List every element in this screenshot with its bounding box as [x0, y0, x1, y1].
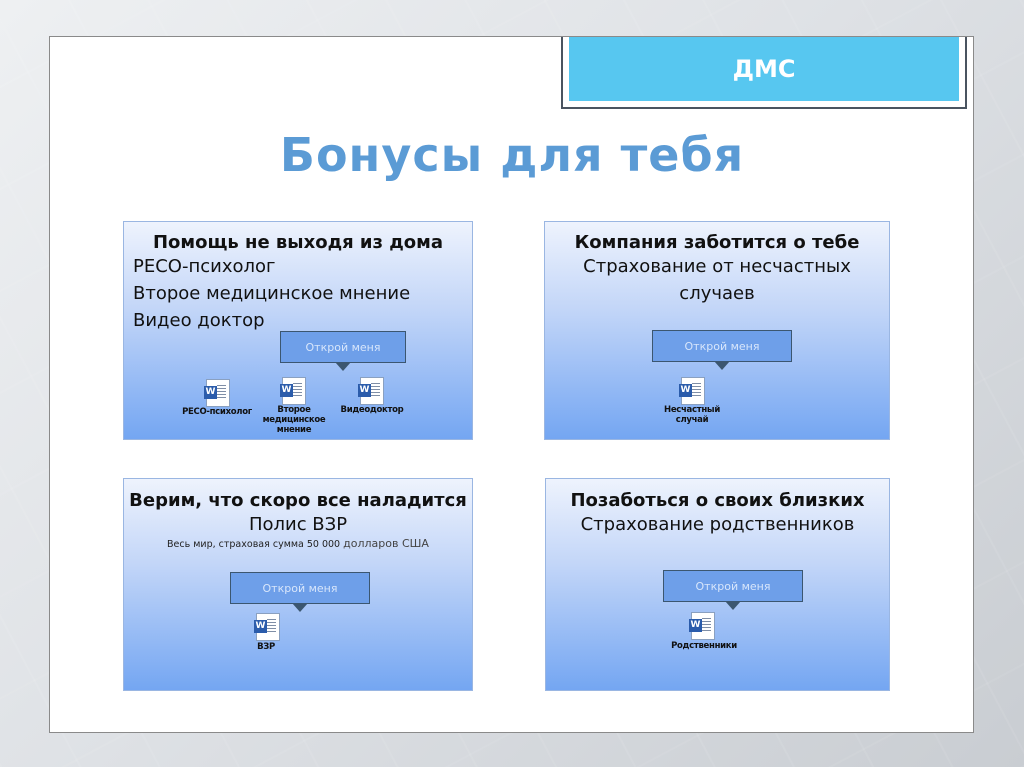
open-me-callout[interactable]: Открой меня	[663, 570, 803, 610]
card-heading: Компания заботится о тебе	[574, 232, 860, 253]
note-text-currency: долларов США	[343, 537, 429, 550]
card-relatives: Позаботься о своих близких Страхование р…	[545, 478, 890, 691]
note-text: Весь мир, страховая сумма 50 000	[167, 539, 341, 550]
word-document-icon[interactable]	[679, 377, 705, 405]
file-label[interactable]: Несчастный случай	[655, 405, 729, 426]
card-line: Полис ВЗР	[248, 514, 348, 535]
card-heading: Позаботься о своих близких	[570, 490, 865, 511]
slide-title: Бонусы для тебя	[279, 128, 745, 182]
file-label[interactable]: Родственники	[658, 641, 750, 652]
card-home-help: Помощь не выходя из дома РЕСО-психолог В…	[123, 221, 473, 440]
card-heading: Верим, что скоро все наладится	[129, 490, 467, 511]
word-document-icon[interactable]	[280, 377, 306, 405]
open-me-callout[interactable]: Открой меня	[652, 330, 792, 370]
section-tag: ДМС	[561, 37, 967, 109]
word-document-icon[interactable]	[254, 613, 280, 641]
file-label[interactable]: Видеодоктор	[332, 405, 412, 416]
file-label[interactable]: Второе медицинское мнение	[252, 405, 336, 435]
card-travel: Верим, что скоро все наладится Полис ВЗР…	[123, 478, 473, 691]
word-document-icon[interactable]	[689, 612, 715, 640]
file-label[interactable]: РЕСО-психолог	[172, 407, 262, 418]
word-document-icon[interactable]	[358, 377, 384, 405]
card-line: Страхование от несчастных	[583, 256, 851, 277]
card-note: Весь мир, страховая сумма 50 000 долларо…	[124, 537, 472, 550]
word-document-icon[interactable]	[204, 379, 230, 407]
card-line: Страхование родственников	[580, 514, 855, 535]
card-accident: Компания заботится о тебе Страхование от…	[544, 221, 890, 440]
section-tag-label: ДМС	[569, 37, 959, 101]
open-me-callout[interactable]: Открой меня	[280, 331, 406, 371]
card-heading: Помощь не выходя из дома	[152, 232, 444, 253]
card-line: РЕСО-психолог	[133, 256, 276, 277]
card-line: Второе медицинское мнение	[133, 283, 411, 304]
file-label[interactable]: ВЗР	[240, 642, 292, 653]
card-line: Видео доктор	[133, 310, 265, 331]
card-line: случаев	[679, 283, 755, 304]
open-me-callout[interactable]: Открой меня	[230, 572, 370, 612]
